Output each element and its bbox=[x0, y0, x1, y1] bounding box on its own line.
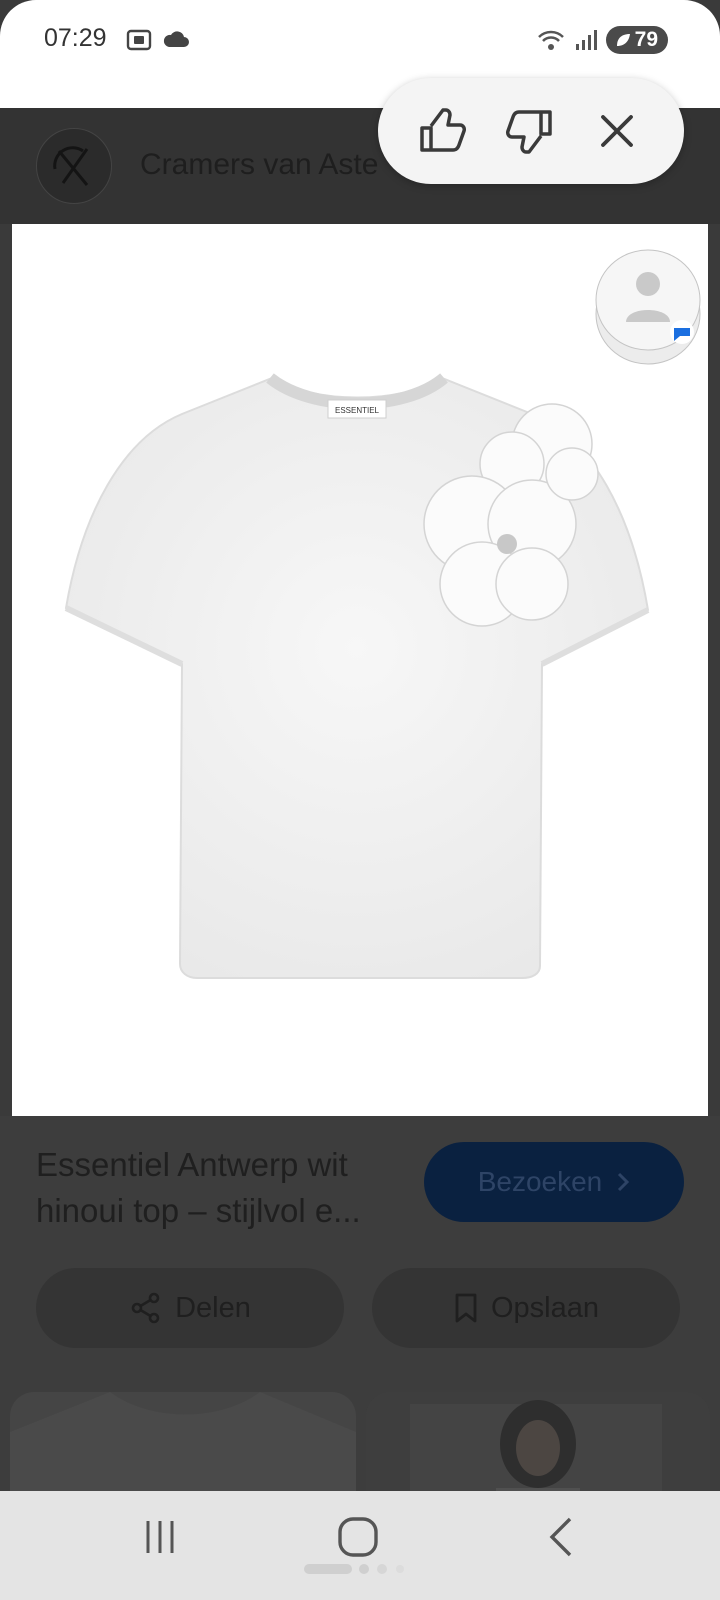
share-button[interactable]: Delen bbox=[36, 1268, 344, 1348]
garment-label: ESSENTIEL bbox=[335, 406, 380, 415]
product-title[interactable]: Essentiel Antwerp wit hinoui top – stijl… bbox=[36, 1142, 406, 1234]
page-indicator-dots bbox=[359, 1564, 404, 1574]
recent-apps-icon[interactable] bbox=[140, 1517, 180, 1557]
chevron-right-icon bbox=[618, 1172, 630, 1192]
share-icon bbox=[131, 1292, 160, 1324]
back-icon[interactable] bbox=[546, 1515, 576, 1559]
feedback-bar bbox=[378, 78, 684, 184]
signal-icon bbox=[575, 30, 597, 50]
status-time: 07:29 bbox=[44, 24, 107, 52]
wifi-icon bbox=[537, 30, 564, 50]
share-button-label: Delen bbox=[175, 1291, 251, 1324]
thumbs-up-icon[interactable] bbox=[416, 104, 470, 158]
battery-level: 79 bbox=[634, 28, 658, 51]
related-result-thumbnail[interactable] bbox=[366, 1392, 710, 1502]
visit-button[interactable]: Bezoeken bbox=[424, 1142, 684, 1222]
close-icon[interactable] bbox=[590, 104, 644, 158]
site-title[interactable]: Cramers van Aste bbox=[140, 148, 378, 182]
chat-head-avatar[interactable] bbox=[594, 244, 702, 370]
person-icon bbox=[636, 272, 660, 296]
page-indicator bbox=[304, 1564, 352, 1574]
home-icon[interactable] bbox=[336, 1515, 380, 1559]
thumbs-down-icon[interactable] bbox=[502, 104, 556, 158]
save-button-label: Opslaan bbox=[490, 1291, 599, 1324]
site-logo[interactable] bbox=[36, 128, 112, 204]
screenshot-icon bbox=[126, 29, 152, 51]
cloud-icon bbox=[163, 31, 189, 47]
visit-button-label: Bezoeken bbox=[477, 1166, 603, 1197]
bookmark-icon bbox=[455, 1293, 477, 1323]
related-result-thumbnail[interactable] bbox=[10, 1392, 356, 1502]
system-nav-bar bbox=[0, 1491, 720, 1600]
battery-icon: 79 bbox=[605, 26, 668, 54]
save-button[interactable]: Opslaan bbox=[372, 1268, 680, 1348]
